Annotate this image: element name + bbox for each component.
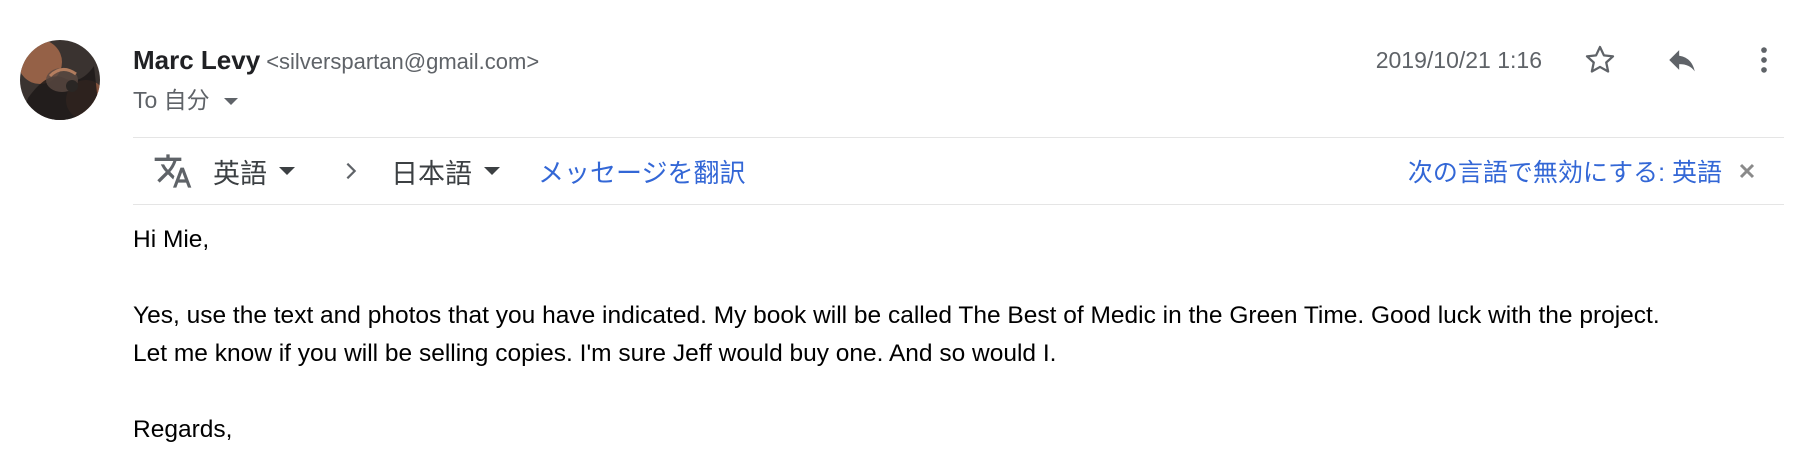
timestamp: 2019/10/21 1:16 [1375, 47, 1542, 73]
to-label: To 自分 [133, 87, 210, 113]
source-language-label: 英語 [213, 158, 267, 189]
reply-icon[interactable] [1660, 38, 1704, 82]
disable-translation-link[interactable]: 次の言語で無効にする: 英語 [1408, 138, 1722, 204]
message-paragraph-line: Yes, use the text and photos that you ha… [133, 302, 1660, 329]
sender-email: <silverspartan@gmail.com> [266, 49, 540, 74]
recipient-details-toggle[interactable]: To 自分 [133, 84, 238, 116]
chevron-down-icon [223, 97, 238, 105]
sender-line: Marc Levy <silverspartan@gmail.com> [133, 44, 539, 76]
translate-message-link[interactable]: メッセージを翻訳 [538, 138, 745, 204]
sender-name[interactable]: Marc Levy [133, 45, 260, 75]
star-icon[interactable] [1578, 38, 1622, 82]
message-greeting: Hi Mie, [133, 226, 210, 253]
translate-bar: 英語 日本語 メッセージを翻訳 次の言語で無効にする: 英語 [133, 137, 1784, 205]
avatar[interactable] [20, 40, 100, 120]
message-signoff: Regards, [133, 416, 233, 443]
translate-icon [153, 138, 193, 204]
source-language-dropdown[interactable]: 英語 [213, 138, 295, 204]
target-language-dropdown[interactable]: 日本語 [391, 138, 500, 204]
close-icon[interactable] [1738, 138, 1756, 204]
chevron-right-icon [340, 138, 362, 204]
message-paragraph-line: Let me know if you will be selling copie… [133, 340, 1057, 367]
more-vert-icon[interactable] [1742, 38, 1786, 82]
chevron-down-icon [484, 167, 500, 175]
target-language-label: 日本語 [391, 158, 472, 189]
chevron-down-icon [279, 167, 295, 175]
